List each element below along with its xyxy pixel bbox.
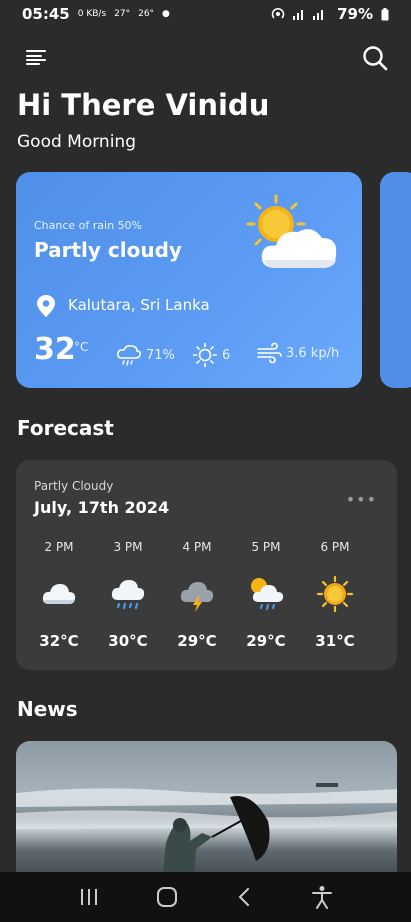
status-temp-b: 26° — [138, 9, 155, 19]
menu-icon — [26, 50, 46, 65]
current-weather-card[interactable]: Chance of rain 50% Partly cloudy Kalutar… — [16, 172, 362, 388]
location-pin-icon — [37, 295, 55, 317]
top-bar — [0, 40, 411, 76]
notification-dot-icon: ● — [162, 9, 170, 19]
forecast-title: Forecast — [17, 416, 114, 440]
accessibility-button[interactable] — [310, 885, 334, 909]
forecast-condition: Partly Cloudy — [34, 479, 114, 493]
forecast-hour: 3 PM 30°C — [98, 540, 158, 650]
forecast-hour: 5 PM 29°C — [236, 540, 296, 650]
humidity-stat: 71% — [116, 342, 175, 368]
recent-apps-icon — [80, 889, 97, 905]
system-nav-bar — [0, 872, 411, 922]
forecast-hour: 4 PM 29°C — [167, 540, 227, 650]
sun-outline-icon — [192, 342, 218, 368]
forecast-hour-time: 5 PM — [251, 540, 281, 554]
home-button[interactable] — [155, 885, 179, 909]
news-card[interactable] — [16, 741, 397, 881]
greeting-title: Hi There Vinidu — [17, 88, 270, 122]
menu-button[interactable] — [24, 46, 50, 68]
status-right: 79% — [271, 5, 389, 23]
uv-stat: 6 — [192, 342, 230, 368]
next-weather-card[interactable] — [380, 172, 411, 388]
signal-icon — [293, 10, 324, 20]
forecast-date: July, 17th 2024 — [34, 498, 170, 517]
uv-value: 6 — [222, 347, 231, 363]
accessibility-icon — [312, 886, 333, 909]
forecast-card: Partly Cloudy July, 17th 2024 ••• 2 PM 3… — [16, 460, 397, 670]
forecast-hour-time: 6 PM — [320, 540, 350, 554]
news-title: News — [17, 697, 78, 721]
thunder-cloud-icon — [180, 582, 214, 612]
recent-apps-button[interactable] — [77, 885, 101, 909]
forecast-hour-temp: 30°C — [108, 632, 148, 650]
forecast-hour-temp: 29°C — [246, 632, 286, 650]
greeting-subtitle: Good Morning — [17, 132, 136, 152]
humidity-value: 71% — [146, 347, 175, 363]
rain-cloud-icon — [117, 345, 141, 366]
forecast-hour-time: 4 PM — [182, 540, 212, 554]
status-time: 05:45 — [22, 5, 70, 23]
rain-cloud-icon — [111, 580, 145, 610]
network-speed: 0 KB/s — [77, 9, 107, 19]
partly-cloudy-icon — [246, 194, 337, 268]
status-left: 05:45 0 KB/s 27° 26° ● — [22, 5, 170, 23]
sun-icon — [316, 575, 354, 613]
battery-icon — [381, 7, 389, 20]
temperature-unit: °C — [74, 340, 89, 354]
forecast-hour: 6 PM 31°C — [305, 540, 365, 650]
wind-icon — [257, 342, 282, 364]
home-icon — [156, 887, 177, 907]
forecast-hour-time: 2 PM — [44, 540, 74, 554]
rain-chance: Chance of rain 50% — [34, 219, 143, 232]
status-temp-a: 27° — [114, 9, 131, 19]
news-image — [16, 783, 397, 881]
wind-value: 3.6 kp/h — [286, 345, 340, 361]
status-bar: 05:45 0 KB/s 27° 26° ● 79% — [0, 0, 411, 28]
search-icon — [363, 46, 388, 71]
back-button[interactable] — [232, 885, 256, 909]
forecast-hour-temp: 32°C — [39, 632, 79, 650]
back-icon — [238, 888, 250, 906]
wind-stat: 3.6 kp/h — [256, 342, 339, 364]
weather-condition: Partly cloudy — [34, 238, 182, 262]
forecast-hour-time: 3 PM — [113, 540, 143, 554]
battery-level: 79% — [337, 5, 373, 23]
forecast-hour-temp: 31°C — [315, 632, 355, 650]
search-button[interactable] — [361, 44, 389, 72]
sun-rain-cloud-icon — [251, 578, 284, 610]
location-label: Kalutara, Sri Lanka — [68, 296, 210, 314]
forecast-hour: 2 PM 32°C — [29, 540, 89, 650]
cloud-icon — [42, 584, 76, 604]
forecast-hour-temp: 29°C — [177, 632, 217, 650]
hotspot-icon — [271, 7, 285, 19]
current-temperature: 32 — [34, 332, 76, 367]
more-options-button[interactable]: ••• — [346, 490, 377, 509]
